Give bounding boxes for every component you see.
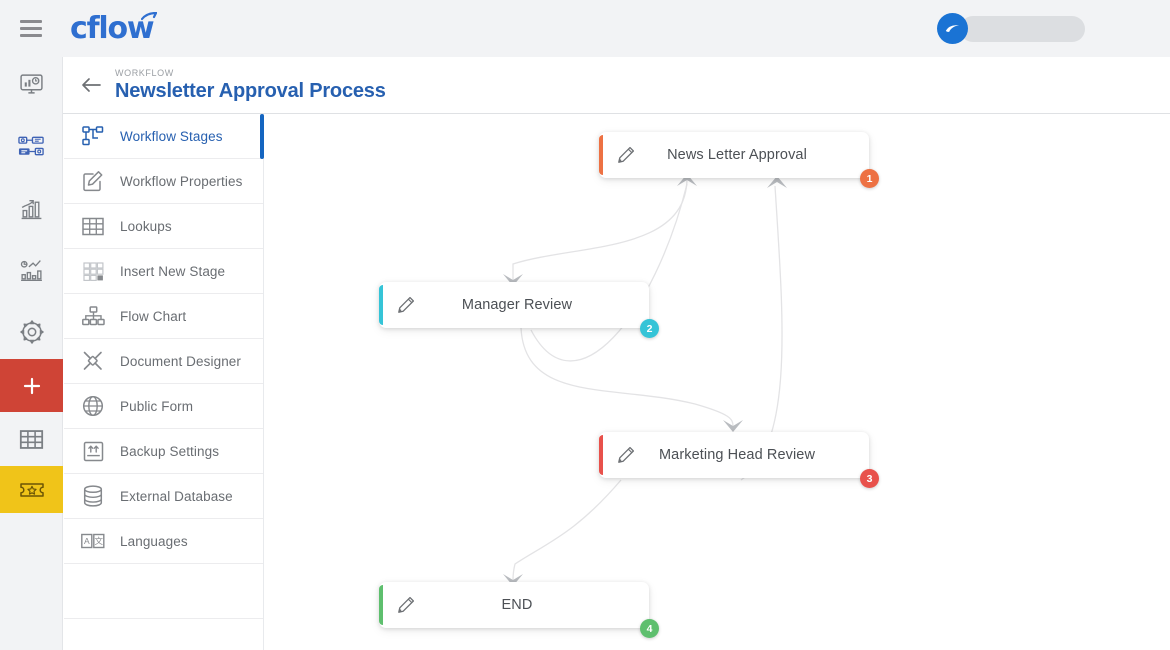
user-area[interactable] [937, 13, 1085, 44]
rail-item-dashboard[interactable] [0, 57, 63, 111]
svg-text:文: 文 [95, 536, 104, 547]
sidebar-item-insert-new-stage[interactable]: Insert New Stage [64, 249, 263, 294]
page-header: WORKFLOW Newsletter Approval Process [63, 57, 1170, 114]
gear-settings-icon [19, 320, 44, 344]
sidebar-item-backup-settings[interactable]: Backup Settings [64, 429, 263, 474]
sidebar-item-lookups[interactable]: Lookups [64, 204, 263, 249]
sidebar-item-label: Backup Settings [120, 443, 220, 459]
breadcrumb-eyebrow: WORKFLOW [115, 68, 174, 78]
sidebar-item-languages[interactable]: A 文 Languages [64, 519, 263, 564]
workflow-node-badge: 1 [860, 169, 879, 188]
globe-icon [80, 393, 106, 419]
workflow-node-badge: 4 [640, 619, 659, 638]
sidebar-item-label: External Database [120, 488, 233, 504]
user-name-pill[interactable] [960, 15, 1085, 42]
top-bar: cflow [0, 0, 1170, 57]
avatar[interactable] [937, 13, 968, 44]
sidebar-item-document-designer[interactable]: Document Designer [64, 339, 263, 384]
backup-upload-icon [80, 438, 106, 464]
sidebar-item-label: Workflow Properties [120, 173, 243, 189]
pencil-edit-icon[interactable] [393, 292, 419, 318]
workflow-stages-icon [80, 123, 106, 149]
workflow-node-badge: 3 [860, 469, 879, 488]
sidebar-item-flow-chart[interactable]: Flow Chart [64, 294, 263, 339]
workflow-edges [503, 174, 787, 586]
workflow-node-badge: 2 [640, 319, 659, 338]
rail-item-analytics[interactable] [0, 243, 63, 297]
analytics-scatter-icon [20, 259, 42, 281]
org-chart-icon [80, 303, 106, 329]
plus-add-icon [23, 377, 40, 394]
workflow-side-menu: Workflow Stages Workflow Properties Look… [64, 114, 264, 650]
sidebar-item-label: Public Form [120, 398, 194, 414]
languages-translate-icon: A 文 [80, 528, 106, 554]
rail-item-reports[interactable] [0, 181, 63, 235]
sidebar-item-label: Insert New Stage [120, 263, 226, 279]
edit-square-icon [80, 168, 106, 194]
document-designer-icon [80, 348, 106, 374]
sidebar-item-label: Lookups [120, 218, 172, 234]
sidebar-item-external-database[interactable]: External Database [64, 474, 263, 519]
pencil-edit-icon[interactable] [613, 442, 639, 468]
hamburger-icon[interactable] [14, 14, 48, 44]
database-icon [80, 483, 106, 509]
left-rail [0, 57, 63, 650]
workflow-node-label: END [501, 597, 533, 613]
grid-table-icon [19, 429, 44, 449]
cflow-logo[interactable]: cflow [70, 11, 158, 44]
workflow-node-label: Marketing Head Review [658, 447, 816, 463]
back-arrow-icon[interactable] [79, 73, 103, 97]
workflow-node-label: Manager Review [461, 297, 573, 313]
logo-swoosh-icon [141, 11, 158, 21]
rail-item-tickets[interactable] [0, 466, 63, 513]
pencil-edit-icon[interactable] [393, 592, 419, 618]
insert-stage-grid-icon [80, 258, 106, 284]
sidebar-item-workflow-properties[interactable]: Workflow Properties [64, 159, 263, 204]
workflow-node[interactable]: Manager Review 2 [379, 282, 659, 338]
workflow-node[interactable]: Marketing Head Review 3 [599, 432, 879, 488]
bar-chart-growth-icon [21, 199, 42, 219]
rail-item-tables[interactable] [0, 412, 63, 466]
side-menu-tail [64, 564, 263, 619]
rail-item-workflows[interactable] [0, 119, 63, 173]
ticket-star-icon [19, 482, 44, 497]
page-title: Newsletter Approval Process [115, 80, 386, 102]
rail-item-settings[interactable] [0, 305, 63, 359]
sidebar-item-label: Flow Chart [120, 308, 187, 324]
workflow-node[interactable]: END 4 [379, 582, 659, 638]
workflow-canvas[interactable]: News Letter Approval 1 Manager Review 2 … [275, 114, 1170, 650]
user-avatar-swoosh-icon [945, 25, 960, 32]
sidebar-item-label: Languages [120, 533, 188, 549]
table-grid-icon [80, 213, 106, 239]
svg-text:A: A [84, 536, 90, 546]
workflow-nodes-icon [18, 136, 44, 155]
sidebar-item-label: Document Designer [120, 353, 242, 369]
sidebar-item-label: Workflow Stages [120, 128, 223, 144]
rail-item-add[interactable] [0, 359, 63, 412]
workflow-node-label: News Letter Approval [667, 147, 807, 163]
sidebar-item-workflow-stages[interactable]: Workflow Stages [64, 114, 264, 159]
breadcrumb: WORKFLOW Newsletter Approval Process [115, 67, 386, 103]
dashboard-monitor-icon [20, 73, 43, 94]
sidebar-item-public-form[interactable]: Public Form [64, 384, 263, 429]
workflow-node[interactable]: News Letter Approval 1 [599, 132, 879, 188]
pencil-edit-icon[interactable] [613, 142, 639, 168]
